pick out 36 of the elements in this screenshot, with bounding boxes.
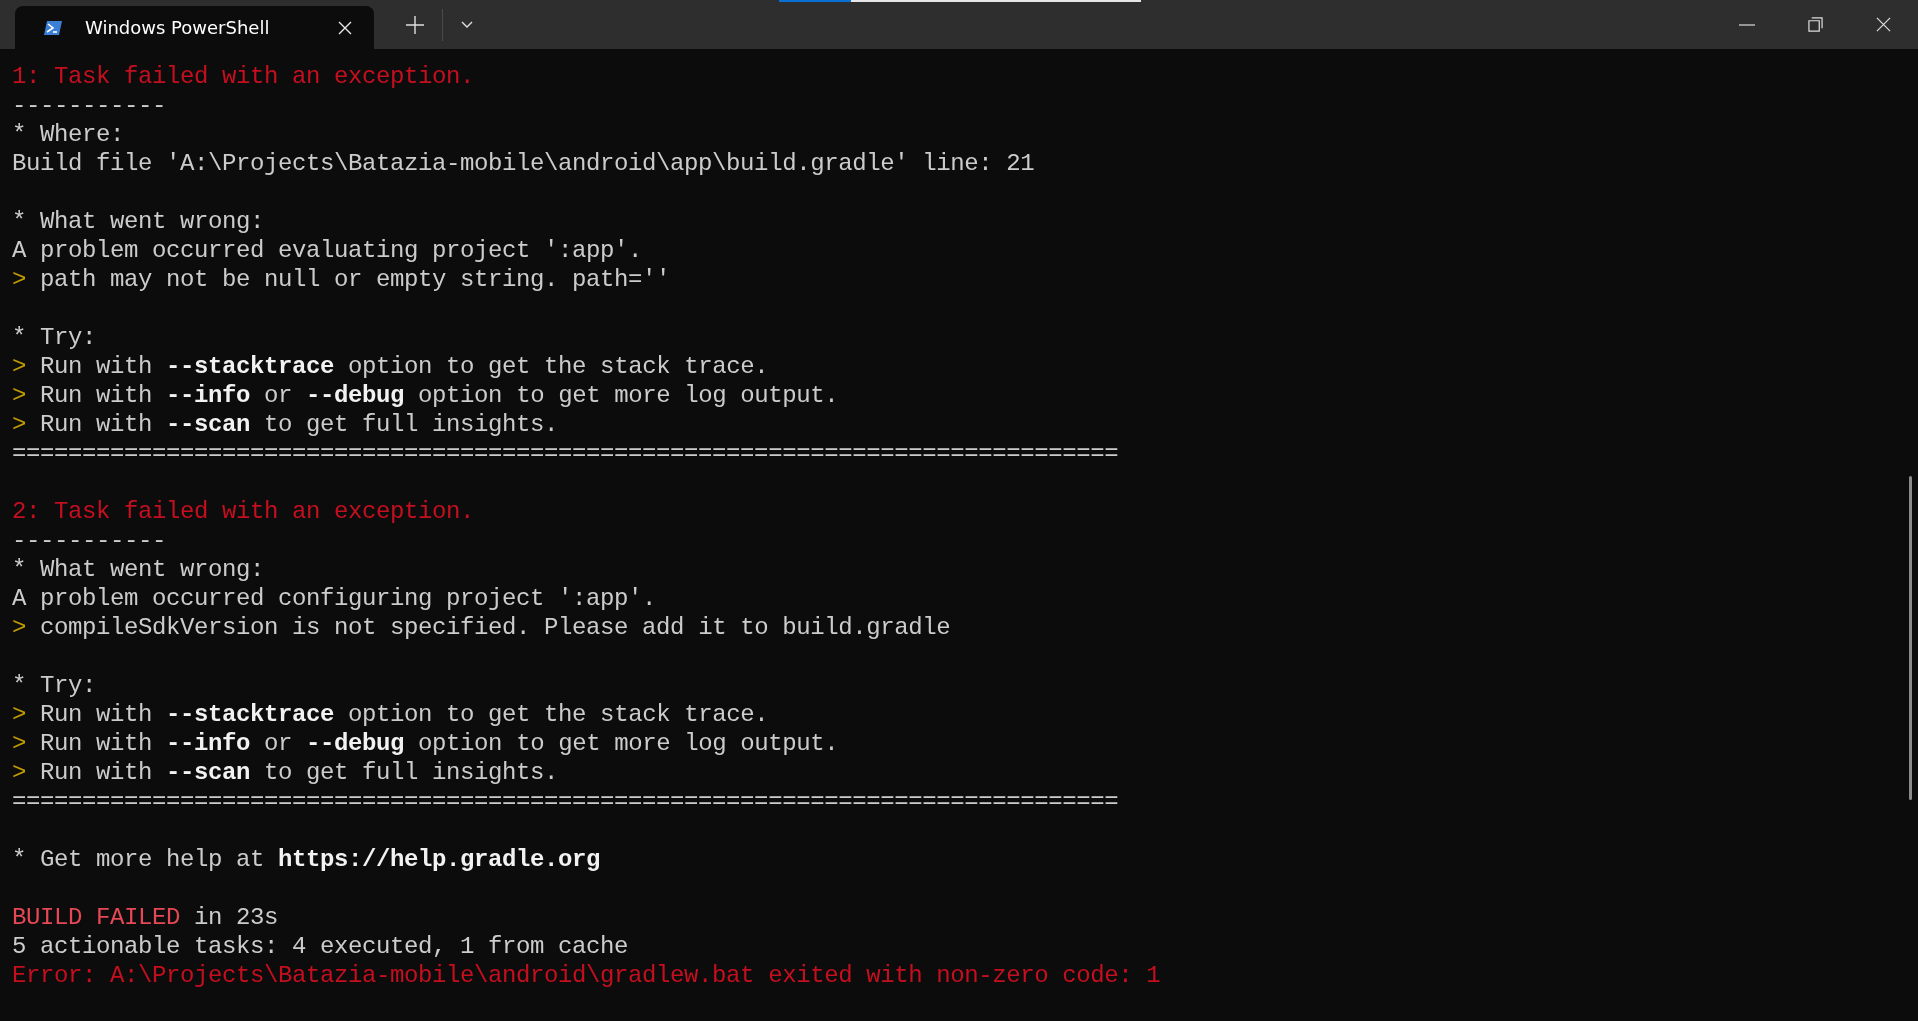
terminal-line: * Where: — [12, 120, 125, 149]
restore-icon[interactable] — [1808, 17, 1823, 32]
terminal-line: Build file 'A:\Projects\Batazia-mobile\android\app\build.gradle' line: 21 — [12, 149, 1035, 178]
close-icon[interactable] — [338, 20, 352, 35]
terminal-line: > Run with --scan to get full insights. — [12, 410, 559, 439]
terminal-line: * What went wrong: — [12, 555, 265, 584]
dropdown-icon[interactable] — [461, 21, 473, 29]
terminal-line: ----------- — [12, 91, 167, 120]
terminal-line: 1: Task failed with an exception. — [12, 62, 475, 91]
terminal-line: 2: Task failed with an exception. — [12, 497, 475, 526]
terminal-line: * Get more help at https://help.gradle.org — [12, 845, 601, 874]
terminal-line: > Run with --info or --debug option to get more log output. — [12, 381, 839, 410]
terminal-line: =============================================================================== — [12, 787, 1119, 816]
terminal-line: A problem occurred configuring project ':app'. — [12, 584, 657, 613]
terminal-line: ----------- — [12, 526, 167, 555]
terminal-line: * Try: — [12, 323, 96, 352]
minimize-icon[interactable] — [1739, 23, 1755, 26]
terminal-line: * What went wrong: — [12, 207, 265, 236]
close-icon[interactable] — [1876, 17, 1891, 32]
terminal-line: Error: A:\Projects\Batazia-mobile\android\gradlew.bat exited with non-zero code: 1 — [12, 961, 1161, 990]
terminal-line: * Try: — [12, 671, 96, 700]
terminal-tab[interactable]: Windows PowerShell — [15, 6, 374, 49]
terminal-line: > Run with --info or --debug option to get more log output. — [12, 729, 839, 758]
terminal-line: =============================================================================== — [12, 439, 1119, 468]
terminal-line: > compileSdkVersion is not specified. Please add it to build.gradle — [12, 613, 951, 642]
terminal-line: BUILD FAILED in 23s — [12, 903, 279, 932]
terminal-line: > Run with --stacktrace option to get the stack trace. — [12, 352, 769, 381]
tab-title: Windows PowerShell — [85, 17, 271, 38]
scrollbar-thumb[interactable] — [1909, 476, 1912, 800]
terminal-line: > Run with --stacktrace option to get the stack trace. — [12, 700, 769, 729]
terminal-prompt-icon — [43, 19, 63, 36]
terminal-line: > Run with --scan to get full insights. — [12, 758, 559, 787]
terminal-line: > path may not be null or empty string. path='' — [12, 265, 671, 294]
terminal-line: A problem occurred evaluating project ':app'. — [12, 236, 643, 265]
terminal-line: 5 actionable tasks: 4 executed, 1 from cache — [12, 932, 629, 961]
new-tab-icon[interactable] — [406, 16, 424, 34]
